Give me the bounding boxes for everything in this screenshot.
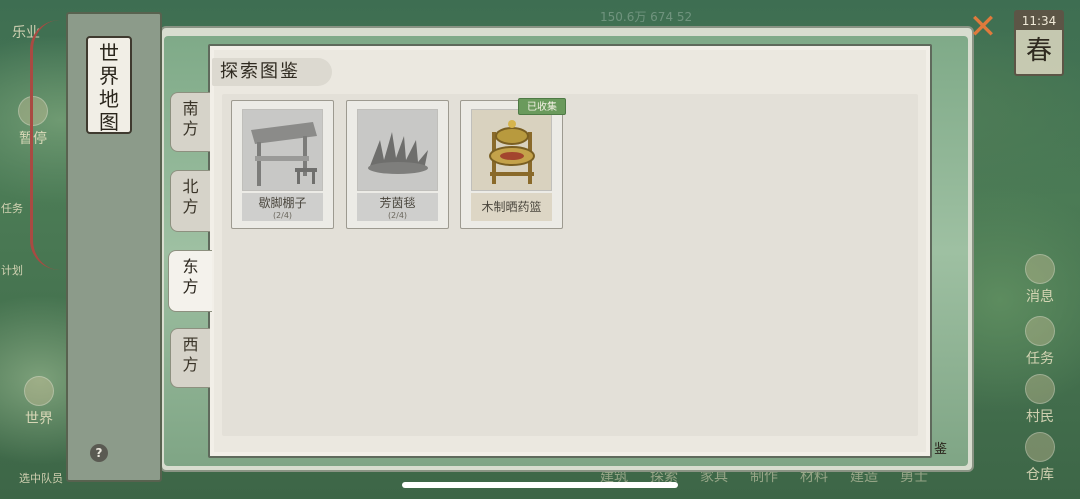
catalog-card[interactable]: 已收集 木制晒药篮 [460,98,566,229]
corner-label: 鉴 [934,442,948,457]
close-icon: ✕ [968,7,998,47]
card-name: 歇脚棚子 [258,196,307,210]
message-icon [1025,254,1055,284]
clock-time: 11:34 [1016,12,1062,30]
card-name: 木制晒药篮 [481,200,542,214]
world-map-label: 世 界 地 图 [86,36,132,134]
herb-basket-icon [471,109,552,191]
catalog-card[interactable]: 歇脚棚子 (2/4) [231,100,334,229]
shed-icon [242,109,323,191]
messages-button[interactable]: 消息 [1020,254,1060,306]
card-caption: 歇脚棚子 (2/4) [242,193,323,221]
tab-east[interactable]: 东 方 [168,250,212,312]
tab-north[interactable]: 北 方 [170,170,210,232]
catalog-card[interactable]: 芳茵毯 (2/4) [346,100,449,229]
tasks-button[interactable]: 任务 [1018,316,1062,368]
select-member-button[interactable]: 选中队员 [10,470,72,486]
help-button[interactable]: ? [90,444,108,462]
villagers-button[interactable]: 村民 [1018,374,1062,426]
collected-badge: 已收集 [518,98,566,115]
close-button[interactable]: ✕ [964,8,1002,46]
villager-icon [1025,374,1055,404]
season-name: 春 [1025,36,1052,66]
home-indicator[interactable] [402,482,678,488]
scroll-icon [1025,316,1055,346]
tab-west[interactable]: 西 方 [170,328,210,388]
task-side-button[interactable]: 任务 [0,200,24,216]
warehouse-icon [1025,432,1055,462]
season-clock[interactable]: 11:34 春 [1014,10,1064,76]
tab-south[interactable]: 南 方 [170,92,210,152]
card-progress: (2/4) [387,211,408,220]
scroll-cord [30,20,70,270]
card-caption: 芳茵毯 (2/4) [357,193,438,221]
card-caption: 木制晒药篮 [471,193,552,221]
card-progress: (2/4) [272,211,293,220]
grass-rug-icon [357,109,438,191]
plan-side-button[interactable]: 计划 [0,262,24,278]
window-title: 探索图鉴 [220,61,300,82]
question-icon: ? [95,446,103,460]
world-icon [24,376,54,406]
card-name: 芳茵毯 [379,196,416,210]
world-button[interactable]: 世界 [14,376,64,428]
